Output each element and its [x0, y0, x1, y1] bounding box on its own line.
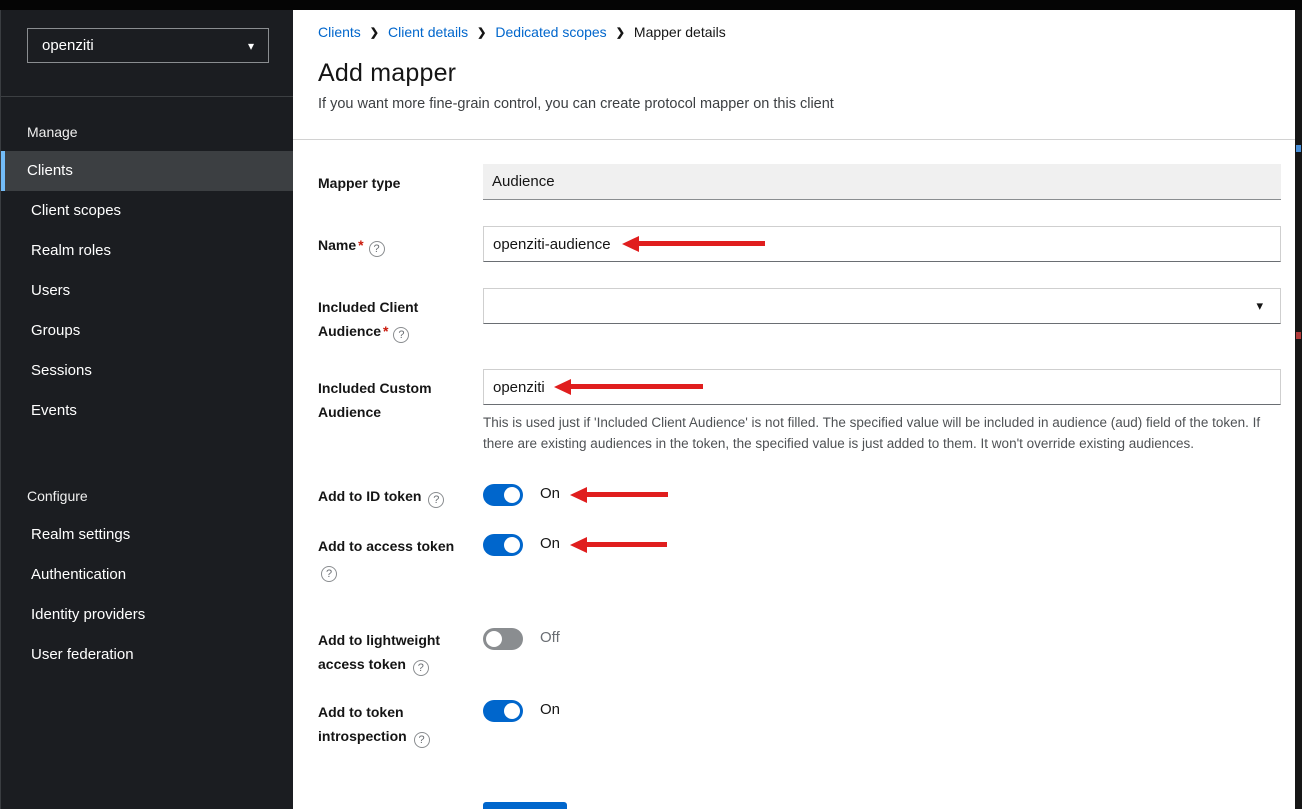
included-client-audience-row: Included Client Audience*? ▾	[318, 288, 1281, 343]
breadcrumb-link-dedicated-scopes[interactable]: Dedicated scopes	[495, 24, 606, 40]
mapper-type-row: Mapper type	[318, 164, 1281, 200]
page-subtitle: If you want more fine-grain control, you…	[318, 96, 1277, 112]
sidebar-item-clients[interactable]: Clients	[1, 151, 293, 191]
included-custom-audience-label: Included Custom Audience	[318, 369, 483, 454]
name-label: Name*?	[318, 226, 483, 262]
scrollbar-mark-red	[1296, 332, 1301, 339]
nav-section-manage: Manage	[1, 113, 293, 151]
name-input[interactable]	[483, 226, 1281, 262]
add-to-access-token-toggle[interactable]	[483, 534, 523, 556]
help-icon[interactable]: ?	[369, 241, 385, 257]
nav-section-configure: Configure	[1, 477, 293, 515]
sidebar-item-sessions[interactable]: Sessions	[1, 351, 293, 391]
toggle-state-text: Off	[540, 628, 560, 646]
add-to-lightweight-access-token-label: Add to lightweight access token ?	[318, 628, 483, 676]
scrollbar-mark-blue	[1296, 145, 1301, 152]
add-to-token-introspection-label: Add to token introspection ?	[318, 700, 483, 748]
mapper-type-field	[483, 164, 1281, 200]
realm-selector-value: openziti	[42, 37, 94, 54]
breadcrumb-current: Mapper details	[634, 24, 726, 40]
breadcrumb: Clients ❯ Client details ❯ Dedicated sco…	[318, 24, 1277, 40]
masthead-bar	[0, 0, 1302, 10]
add-to-lightweight-access-token-row: Add to lightweight access token ? Off	[318, 628, 1281, 676]
add-to-access-token-row: Add to access token ? On	[318, 534, 1281, 582]
add-to-token-introspection-toggle[interactable]	[483, 700, 523, 722]
included-custom-audience-help: This is used just if 'Included Client Au…	[483, 412, 1278, 454]
annotation-arrow	[570, 537, 667, 553]
add-to-access-token-label: Add to access token ?	[318, 534, 483, 582]
included-custom-audience-row: Included Custom Audience This is used ju…	[318, 369, 1281, 454]
mapper-type-label: Mapper type	[318, 164, 483, 200]
realm-selector[interactable]: openziti ▾	[27, 28, 269, 63]
toggle-state-text: On	[540, 484, 560, 502]
sidebar: openziti ▾ Manage Clients Client scopes …	[0, 10, 293, 809]
help-icon[interactable]: ?	[428, 492, 444, 508]
toggle-state-text: On	[540, 534, 560, 552]
help-icon[interactable]: ?	[413, 660, 429, 676]
required-marker: *	[356, 237, 365, 253]
toggle-state-text: On	[540, 700, 560, 718]
sidebar-item-client-scopes[interactable]: Client scopes	[1, 191, 293, 231]
sidebar-item-authentication[interactable]: Authentication	[1, 555, 293, 595]
page-title: Add mapper	[318, 59, 1277, 88]
add-to-token-introspection-row: Add to token introspection ? On	[318, 700, 1281, 748]
save-button[interactable]: Save	[483, 802, 567, 809]
required-marker: *	[381, 323, 390, 339]
chevron-right-icon: ❯	[370, 25, 379, 39]
help-icon[interactable]: ?	[414, 732, 430, 748]
chevron-right-icon: ❯	[477, 25, 486, 39]
sidebar-item-groups[interactable]: Groups	[1, 311, 293, 351]
mapper-form: Mapper type Name*? Included Client Audie…	[293, 140, 1302, 809]
included-custom-audience-input[interactable]	[483, 369, 1281, 405]
help-icon[interactable]: ?	[393, 327, 409, 343]
included-client-audience-label: Included Client Audience*?	[318, 288, 483, 343]
included-client-audience-select[interactable]: ▾	[483, 288, 1281, 324]
caret-down-icon: ▾	[248, 39, 254, 53]
main-content: Clients ❯ Client details ❯ Dedicated sco…	[293, 10, 1302, 809]
breadcrumb-link-client-details[interactable]: Client details	[388, 24, 468, 40]
scrollbar[interactable]	[1295, 10, 1302, 809]
breadcrumb-link-clients[interactable]: Clients	[318, 24, 361, 40]
page-header: Clients ❯ Client details ❯ Dedicated sco…	[293, 10, 1302, 140]
annotation-arrow	[570, 487, 668, 503]
sidebar-item-identity-providers[interactable]: Identity providers	[1, 595, 293, 635]
add-to-lightweight-access-token-toggle[interactable]	[483, 628, 523, 650]
caret-down-icon: ▾	[1256, 298, 1263, 314]
chevron-right-icon: ❯	[616, 25, 625, 39]
sidebar-item-realm-settings[interactable]: Realm settings	[1, 515, 293, 555]
name-row: Name*?	[318, 226, 1281, 262]
add-to-id-token-row: Add to ID token ? On	[318, 484, 1281, 508]
add-to-id-token-toggle[interactable]	[483, 484, 523, 506]
sidebar-divider	[1, 96, 293, 97]
sidebar-item-realm-roles[interactable]: Realm roles	[1, 231, 293, 271]
add-to-id-token-label: Add to ID token ?	[318, 484, 483, 508]
sidebar-item-users[interactable]: Users	[1, 271, 293, 311]
form-actions: Save Cancel	[483, 802, 1281, 809]
nav-gap	[1, 431, 293, 461]
sidebar-item-user-federation[interactable]: User federation	[1, 635, 293, 675]
sidebar-item-events[interactable]: Events	[1, 391, 293, 431]
help-icon[interactable]: ?	[321, 566, 337, 582]
